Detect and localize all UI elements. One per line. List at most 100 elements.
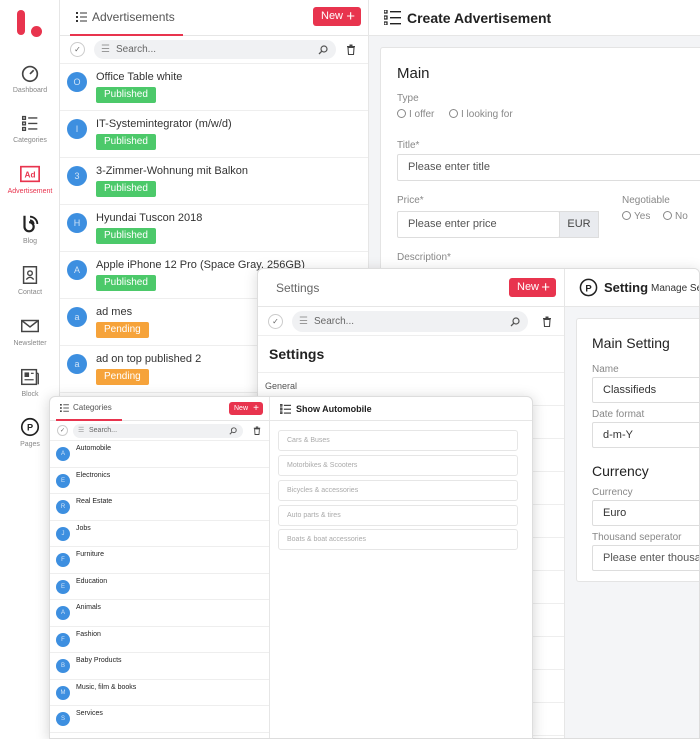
new-category-button[interactable]: New + (229, 402, 263, 415)
sidebar-item-newsletter[interactable]: Newsletter (0, 315, 60, 361)
sidebar-item-dashboard[interactable]: Dashboard (0, 62, 60, 108)
svg-text:Ad: Ad (25, 171, 36, 180)
sidebar-item-advertisement[interactable]: Ad Advertisement (0, 163, 60, 209)
radio-label: Yes (634, 211, 651, 222)
title-input[interactable]: Please enter title (397, 154, 700, 181)
search-input[interactable]: ☰ Search... (73, 424, 243, 438)
status-badge: Published (96, 228, 156, 244)
search-row: ✓ ☰ Search... (258, 307, 564, 336)
list-item[interactable]: O Office Table white Published (60, 64, 368, 111)
subcategory-item[interactable]: Auto parts & tires (278, 505, 518, 526)
new-advertisement-button[interactable]: New + (313, 7, 361, 26)
search-placeholder: Search... (89, 427, 118, 434)
currency-input[interactable]: Euro (592, 500, 699, 526)
category-name: Real Estate (76, 498, 113, 505)
subcategory-item[interactable]: Cars & Buses (278, 430, 518, 451)
detail-title: Setting (604, 280, 649, 295)
list-item[interactable]: S Services (50, 706, 269, 733)
ad-title: 3-Zimmer-Wohnung mit Balkon (96, 165, 249, 177)
contact-icon (22, 266, 38, 284)
sidebar-item-categories[interactable]: Categories (0, 112, 60, 158)
trash-icon[interactable] (542, 316, 552, 327)
tab-settings[interactable]: Settings (270, 269, 327, 307)
status-badge: Published (96, 87, 156, 103)
sidebar-item-blog[interactable]: Blog (0, 213, 60, 259)
status-badge: Published (96, 181, 156, 197)
list-item[interactable]: B Baby Products (50, 653, 269, 680)
radio-circle (622, 211, 631, 220)
main-setting-heading: Main Setting (592, 335, 670, 351)
avatar: A (56, 447, 70, 461)
ad-icon: Ad (20, 165, 40, 183)
plus-icon: + (541, 279, 550, 296)
radio-label: I offer (409, 109, 435, 120)
logo-mark[interactable] (16, 10, 46, 40)
list-item[interactable]: H Hyundai Tuscon 2018 Published (60, 205, 368, 252)
type-label: Type (397, 93, 419, 104)
list-item[interactable]: E Education (50, 574, 269, 600)
thousand-separator-input[interactable]: Please enter thousan (592, 545, 699, 571)
search-icon (510, 317, 520, 327)
avatar: 3 (67, 166, 87, 186)
trash-icon[interactable] (346, 44, 356, 55)
list-item[interactable]: A Animals (50, 600, 269, 627)
filter-icon: ☰ (78, 427, 85, 434)
category-name: Baby Products (76, 657, 122, 664)
search-row: ✓ ☰ Search... (50, 421, 269, 441)
price-input[interactable]: Please enter price (397, 211, 560, 238)
list-item[interactable]: J Jobs (50, 521, 269, 547)
trash-icon[interactable] (253, 426, 261, 435)
button-label: New (321, 10, 344, 22)
create-header: Create Advertisement (369, 0, 700, 36)
avatar: B (56, 659, 70, 673)
list-item[interactable]: A Automobile (50, 441, 269, 468)
tab-categories[interactable]: Categories (56, 397, 122, 421)
sidebar-item-contact[interactable]: Contact (0, 264, 60, 310)
negotiable-radio-no[interactable]: No (663, 211, 688, 222)
list-item[interactable]: E Electronics (50, 468, 269, 494)
category-name: Animals (76, 604, 101, 611)
search-placeholder: Search... (116, 44, 157, 55)
select-all-checkbox[interactable]: ✓ (268, 314, 283, 329)
ad-title: IT-Systemintegrator (m/w/d) (96, 118, 232, 130)
button-label: New (234, 405, 249, 412)
tab-advertisements[interactable]: Advertisements (70, 0, 183, 36)
settings-detail-panel: P Setting Manage Se Main Setting Name Cl… (565, 269, 699, 738)
title-label: Title* (397, 140, 420, 151)
select-all-checkbox[interactable]: ✓ (57, 425, 68, 436)
list-item[interactable]: 3 3-Zimmer-Wohnung mit Balkon Published (60, 158, 368, 205)
list-item[interactable]: F Fashion (50, 627, 269, 653)
list-item[interactable]: M Music, film & books (50, 680, 269, 706)
list-item[interactable]: I IT-Systemintegrator (m/w/d) Published (60, 111, 368, 158)
avatar: A (67, 260, 87, 280)
mail-icon (21, 319, 39, 333)
sidebar-item-label: Categories (13, 137, 47, 144)
category-name: Automobile (76, 445, 112, 452)
negotiable-radio-yes[interactable]: Yes (622, 211, 650, 222)
category-name: Services (76, 710, 103, 717)
avatar: O (67, 72, 87, 92)
newspaper-icon (21, 368, 39, 386)
subcategory-item[interactable]: Bicycles & accessories (278, 480, 518, 501)
subcategory-item[interactable]: Motorbikes & Scooters (278, 455, 518, 476)
new-setting-button[interactable]: New + (509, 278, 556, 297)
type-radio-looking[interactable]: I looking for (449, 109, 513, 120)
category-name: Electronics (76, 471, 111, 479)
subcategory-item[interactable]: Boats & boat accessories (278, 529, 518, 550)
status-badge: Published (96, 275, 156, 291)
panel-header: Categories New + (50, 397, 269, 421)
search-input[interactable]: ☰ Search... (292, 311, 528, 332)
list-item[interactable]: R Real Estate (50, 494, 269, 521)
sidebar-item-label: Contact (17, 289, 43, 296)
name-input[interactable]: Classifieds (592, 377, 699, 403)
list-item[interactable]: F Furniture (50, 547, 269, 574)
select-all-checkbox[interactable]: ✓ (70, 42, 85, 57)
type-radio-offer[interactable]: I offer (397, 109, 434, 120)
search-input[interactable]: ☰ Search... (94, 40, 336, 59)
date-format-input[interactable]: d-m-Y (592, 422, 699, 448)
radio-circle (449, 109, 458, 118)
tab-label: Categories (73, 403, 112, 412)
currency-addon[interactable]: EUR (559, 211, 599, 238)
avatar: A (56, 606, 70, 620)
ad-title: Hyundai Tuscon 2018 (96, 212, 203, 224)
